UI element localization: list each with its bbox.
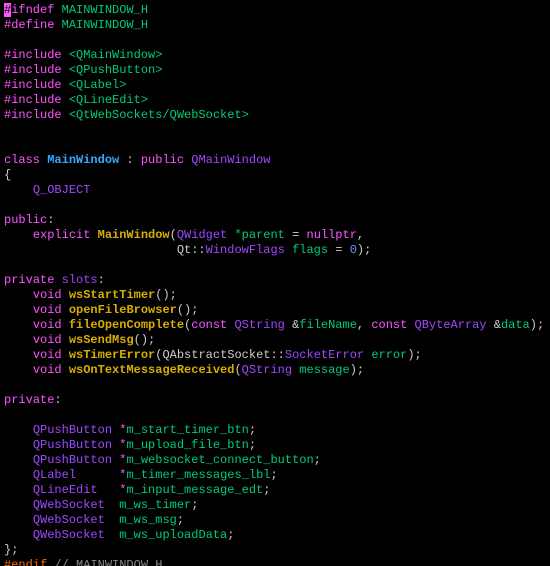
- include-path-0: <QMainWindow>: [69, 48, 163, 62]
- nullptr: nullptr: [307, 228, 357, 242]
- pp-include: #include: [4, 78, 62, 92]
- type-qwidget: QWidget: [177, 228, 227, 242]
- member-name: m_ws_uploadData: [119, 528, 227, 542]
- pp-include: #include: [4, 93, 62, 107]
- literal-zero: 0: [350, 243, 357, 257]
- pp-include: #include: [4, 63, 62, 77]
- ns-qt: Qt: [177, 243, 191, 257]
- pp-ifndef: ifndef: [11, 3, 54, 17]
- endif-comment: // MAINWINDOW_H: [54, 558, 162, 566]
- member-type: QLineEdit: [33, 483, 98, 497]
- pp-include: #include: [4, 108, 62, 122]
- kw-explicit: explicit: [33, 228, 91, 242]
- include-path-2: <QLabel>: [69, 78, 127, 92]
- section-public: public: [4, 213, 47, 227]
- kw-slots: slots: [62, 273, 98, 287]
- class-name: MainWindow: [47, 153, 119, 167]
- member-name: m_websocket_connect_button: [126, 453, 313, 467]
- member-name: m_input_message_edt: [126, 483, 263, 497]
- member-name: m_ws_msg: [119, 513, 177, 527]
- brace-close: };: [4, 543, 18, 557]
- guard-macro: MAINWINDOW_H: [62, 3, 148, 17]
- param-flags: flags: [292, 243, 328, 257]
- member-type: QWebSocket: [33, 513, 105, 527]
- member-type: QPushButton: [33, 453, 112, 467]
- section-private-2: private: [4, 393, 54, 407]
- type-windowflags: WindowFlags: [206, 243, 285, 257]
- slot-wsTimerError: wsTimerError: [69, 348, 155, 362]
- member-type: QWebSocket: [33, 528, 105, 542]
- pp-include: #include: [4, 48, 62, 62]
- slot-wsSendMsg: wsSendMsg: [69, 333, 134, 347]
- include-path-4: <QtWebSockets/QWebSocket>: [69, 108, 249, 122]
- q-object-macro: Q_OBJECT: [33, 183, 91, 197]
- param-parent: *parent: [234, 228, 284, 242]
- member-type: QLabel: [33, 468, 76, 482]
- member-type: QPushButton: [33, 438, 112, 452]
- code-editor: #ifndef MAINWINDOW_H #define MAINWINDOW_…: [0, 0, 550, 566]
- kw-public: public: [141, 153, 184, 167]
- include-path-3: <QLineEdit>: [69, 93, 148, 107]
- member-name: m_ws_timer: [119, 498, 191, 512]
- section-private: private: [4, 273, 54, 287]
- slot-openFileBrowser: openFileBrowser: [69, 303, 177, 317]
- slot-wsOnTextMessageReceived: wsOnTextMessageReceived: [69, 363, 235, 377]
- include-path-1: <QPushButton>: [69, 63, 163, 77]
- base-class: QMainWindow: [191, 153, 270, 167]
- constructor: MainWindow: [98, 228, 170, 242]
- pp-endif: #endif: [4, 558, 47, 566]
- slot-wsStartTimer: wsStartTimer: [69, 288, 155, 302]
- member-name: m_start_timer_btn: [126, 423, 248, 437]
- member-name: m_timer_messages_lbl: [126, 468, 270, 482]
- member-type: QPushButton: [33, 423, 112, 437]
- slot-fileOpenComplete: fileOpenComplete: [69, 318, 184, 332]
- brace-open: {: [4, 168, 11, 182]
- guard-macro-2: MAINWINDOW_H: [62, 18, 148, 32]
- pp-define: #define: [4, 18, 54, 32]
- kw-class: class: [4, 153, 40, 167]
- member-type: QWebSocket: [33, 498, 105, 512]
- member-name: m_upload_file_btn: [126, 438, 248, 452]
